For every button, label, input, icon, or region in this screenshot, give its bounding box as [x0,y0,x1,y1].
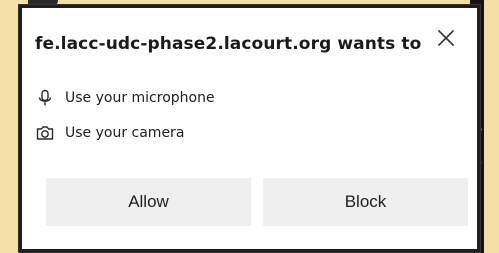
microphone-permission-label: Use your microphone [65,90,215,106]
camera-icon [36,126,54,140]
permission-popup: fe.lacc-udc-phase2.lacourt.org wants to … [22,8,477,249]
background-right-marks [478,122,482,170]
background-top-element [28,0,58,8]
background-right-strip [484,0,499,253]
camera-permission-label: Use your camera [65,125,185,141]
popup-title: fe.lacc-udc-phase2.lacourt.org wants to [35,34,422,54]
block-button[interactable]: Block [263,178,468,226]
close-icon[interactable] [434,26,458,50]
microphone-icon [38,89,52,106]
camera-permission-row: Use your camera [35,122,184,144]
background-left-strip [0,0,24,253]
microphone-permission-row: Use your microphone [35,87,215,109]
allow-button[interactable]: Allow [46,178,251,226]
